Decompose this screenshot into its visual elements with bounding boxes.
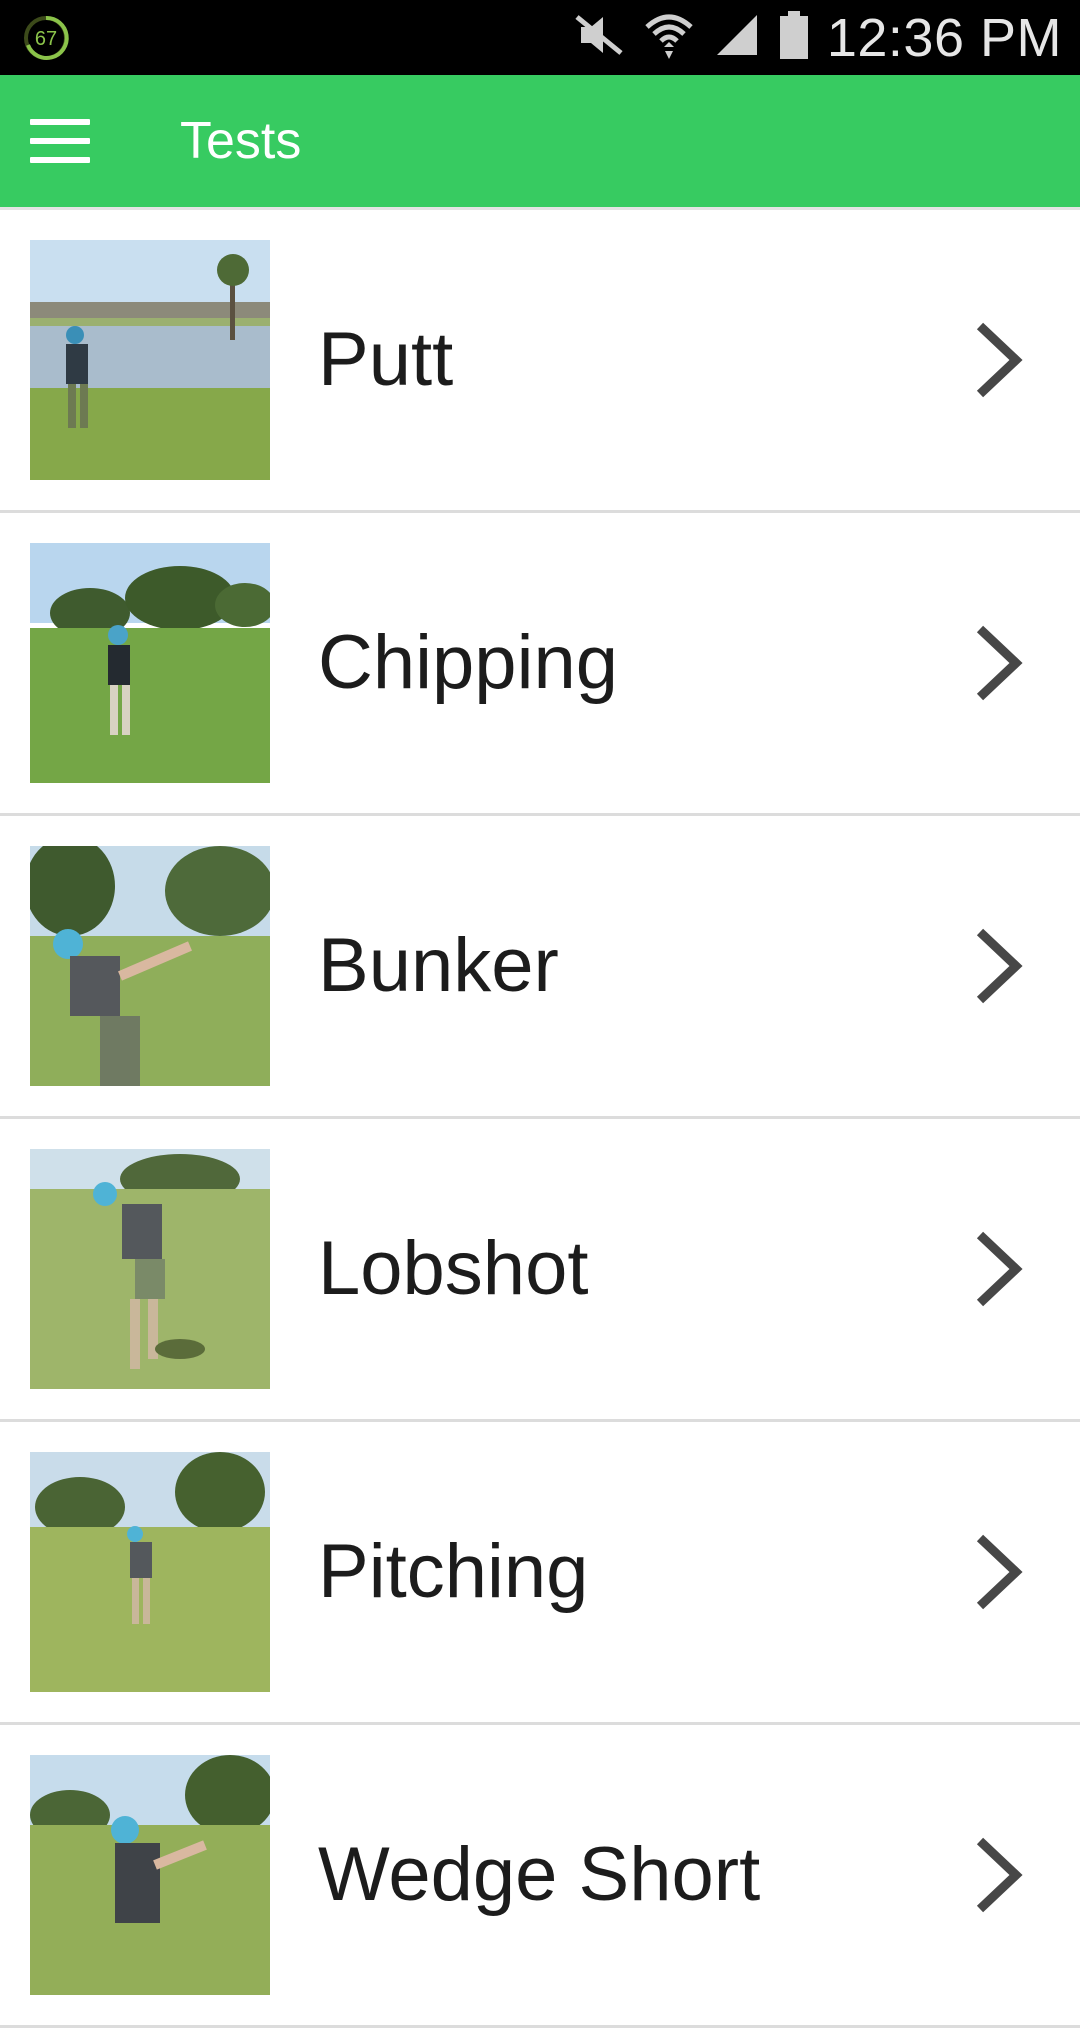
status-time: 12:36 PM bbox=[826, 7, 1062, 68]
list-item-label: Putt bbox=[318, 317, 454, 402]
battery-icon bbox=[779, 10, 809, 65]
battery-badge-icon: 67 bbox=[22, 14, 70, 62]
chevron-right-icon bbox=[968, 1835, 1028, 1915]
thumbnail-pitching bbox=[30, 1452, 270, 1692]
status-bar: 67 12:36 PM bbox=[0, 0, 1080, 75]
list-item-putt[interactable]: Putt bbox=[0, 210, 1080, 513]
list-item-chipping[interactable]: Chipping bbox=[0, 513, 1080, 816]
signal-icon bbox=[713, 11, 761, 64]
list-item-pitching[interactable]: Pitching bbox=[0, 1422, 1080, 1725]
battery-badge-text: 67 bbox=[35, 28, 57, 50]
thumbnail-putt bbox=[30, 240, 270, 480]
thumbnail-chipping bbox=[30, 543, 270, 783]
list-item-label: Lobshot bbox=[318, 1226, 589, 1311]
list-item-label: Wedge Short bbox=[318, 1832, 761, 1917]
page-title: Tests bbox=[180, 112, 302, 170]
mute-icon bbox=[573, 13, 625, 62]
chevron-right-icon bbox=[968, 1229, 1028, 1309]
list-item-label: Bunker bbox=[318, 923, 559, 1008]
chevron-right-icon bbox=[968, 1532, 1028, 1612]
thumbnail-bunker bbox=[30, 846, 270, 1086]
app-bar: Tests bbox=[0, 75, 1080, 207]
list-item-label: Pitching bbox=[318, 1529, 589, 1614]
status-icons: 12:36 PM bbox=[573, 0, 1062, 75]
list-item-bunker[interactable]: Bunker bbox=[0, 816, 1080, 1119]
tests-list: Putt Chipping Bunker Lobshot Pitching We… bbox=[0, 210, 1080, 2028]
list-item-lobshot[interactable]: Lobshot bbox=[0, 1119, 1080, 1422]
list-item-wedge-short[interactable]: Wedge Short bbox=[0, 1725, 1080, 2028]
list-item-label: Chipping bbox=[318, 620, 618, 705]
thumbnail-lobshot bbox=[30, 1149, 270, 1389]
thumbnail-wedge-short bbox=[30, 1755, 270, 1995]
hamburger-menu-icon[interactable] bbox=[22, 105, 98, 177]
chevron-right-icon bbox=[968, 926, 1028, 1006]
chevron-right-icon bbox=[968, 623, 1028, 703]
wifi-icon bbox=[643, 9, 695, 66]
chevron-right-icon bbox=[968, 320, 1028, 400]
